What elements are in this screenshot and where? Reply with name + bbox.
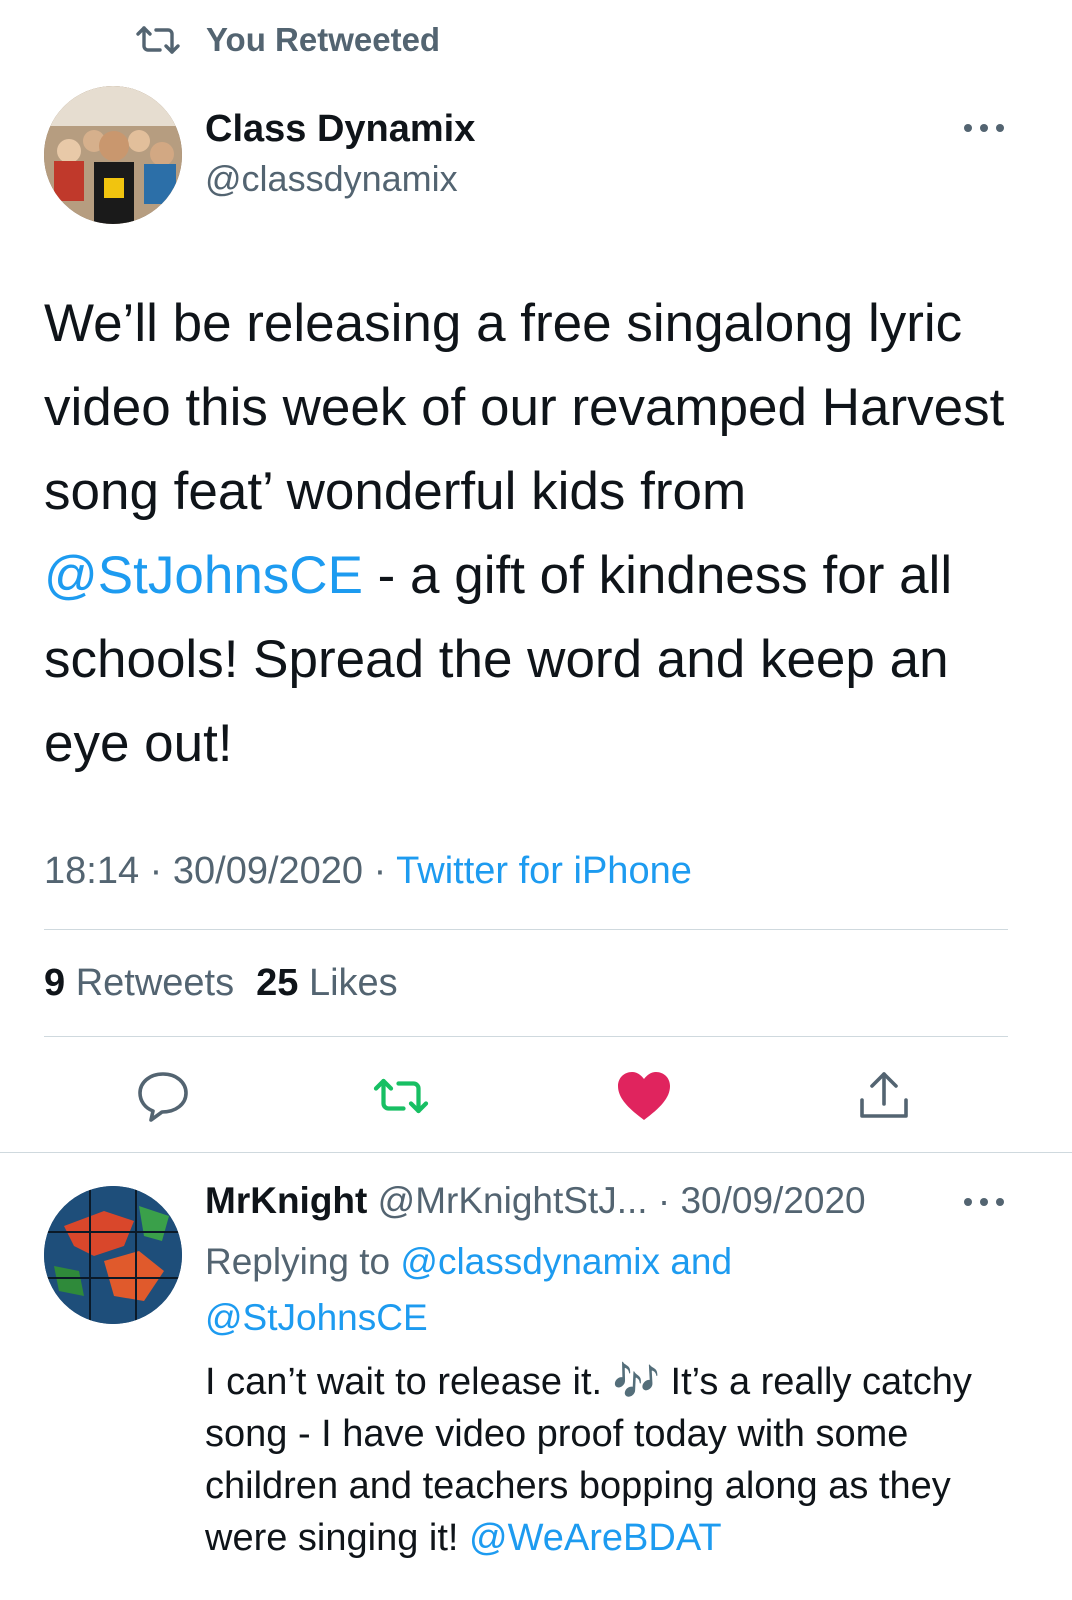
likes-count: 25: [256, 962, 299, 1004]
mention-link[interactable]: @StJohnsCE: [205, 1297, 428, 1338]
avatar-image: [44, 1186, 182, 1324]
tweet-source[interactable]: Twitter for iPhone: [396, 850, 692, 892]
divider: [44, 1036, 1008, 1037]
author-name[interactable]: Class Dynamix: [205, 108, 475, 151]
reply-date[interactable]: 30/09/2020: [680, 1180, 865, 1221]
replying-to: Replying to @classdynamix and @StJohnsCE: [205, 1234, 1025, 1346]
like-button[interactable]: [614, 1066, 674, 1126]
author-handle[interactable]: @classdynamix: [205, 158, 458, 200]
retweet-icon: [373, 1078, 429, 1114]
meta-separator: ·: [149, 850, 163, 892]
retweets-label: Retweets: [75, 962, 235, 1004]
reply-text: I can’t wait to release it. 🎶 It’s a rea…: [205, 1356, 1035, 1564]
divider: [0, 1152, 1072, 1153]
retweet-context[interactable]: You Retweeted: [134, 18, 440, 62]
replying-to-prefix: Replying to: [205, 1241, 391, 1282]
retweet-button[interactable]: [371, 1066, 431, 1126]
retweet-context-label: You Retweeted: [206, 21, 441, 58]
music-notes-emoji: 🎶: [612, 1361, 660, 1403]
avatar-image: [44, 86, 182, 224]
tweet-text-part: We’ll be releasing a free singalong lyri…: [44, 294, 1005, 521]
reply-author-handle[interactable]: @MrKnightStJ...: [378, 1180, 648, 1221]
share-button[interactable]: [854, 1066, 914, 1126]
more-options-icon[interactable]: [962, 118, 1006, 138]
tweet-text: We’ll be releasing a free singalong lyri…: [44, 282, 1044, 786]
heart-icon: [618, 1072, 670, 1120]
retweets-stat[interactable]: 9 Retweets: [44, 962, 234, 1004]
reply-author-avatar[interactable]: [44, 1186, 182, 1324]
meta-separator: ·: [373, 850, 387, 892]
mention-link[interactable]: @StJohnsCE: [44, 546, 363, 605]
likes-label: Likes: [308, 962, 398, 1004]
tweet-meta: 18:14 · 30/09/2020 · Twitter for iPhone: [44, 850, 692, 893]
reply-author-name[interactable]: MrKnight: [205, 1180, 367, 1221]
likes-stat[interactable]: 25 Likes: [256, 962, 398, 1004]
share-icon: [860, 1072, 908, 1118]
reply-separator: ·: [657, 1180, 671, 1221]
more-options-icon[interactable]: [962, 1192, 1006, 1212]
mention-link[interactable]: @WeAreBDAT: [469, 1517, 722, 1559]
tweet-stats: 9 Retweets 25 Likes: [44, 962, 398, 1005]
retweet-icon: [136, 26, 180, 54]
reply-header: MrKnight @MrKnightStJ... · 30/09/2020: [205, 1180, 866, 1222]
reply-text-part: I can’t wait to release it.: [205, 1361, 613, 1403]
author-avatar[interactable]: [44, 86, 182, 224]
reply-button[interactable]: [133, 1066, 193, 1126]
divider: [44, 929, 1008, 930]
mention-link[interactable]: @classdynamix: [400, 1241, 660, 1282]
replying-to-and: and: [670, 1241, 733, 1282]
retweets-count: 9: [44, 962, 66, 1004]
tweet-time[interactable]: 18:14: [44, 850, 139, 892]
tweet-date[interactable]: 30/09/2020: [173, 850, 363, 892]
speech-bubble-icon: [138, 1072, 188, 1122]
